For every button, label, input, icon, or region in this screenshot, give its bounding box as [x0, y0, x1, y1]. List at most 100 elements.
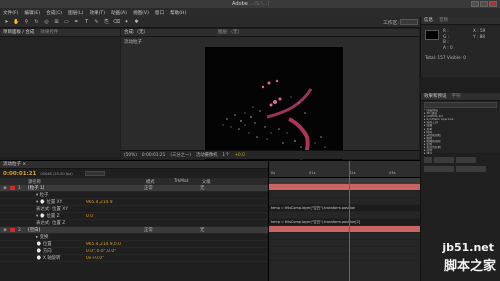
property-value[interactable]: 965.4,214.9,0.0: [86, 242, 144, 247]
camera-tool-icon[interactable]: ◎: [43, 19, 50, 26]
pan-behind-tool-icon[interactable]: ⊞: [53, 19, 60, 26]
property-track[interactable]: [269, 254, 420, 261]
layer-mode-select[interactable]: 正常: [144, 185, 200, 191]
puppet-tool-icon[interactable]: ✱: [133, 19, 140, 26]
zoom-select[interactable]: (50%): [124, 153, 137, 158]
rotate-tool-icon[interactable]: ↻: [33, 19, 40, 26]
active-camera-select[interactable]: 活动摄像机: [196, 152, 217, 158]
property-row[interactable]: 表达式: 位置 Z: [0, 220, 268, 227]
font-size-field[interactable]: [424, 157, 432, 163]
close-button[interactable]: [489, 1, 497, 7]
property-name[interactable]: ⌚ 位置: [26, 241, 86, 247]
rectangle-tool-icon[interactable]: ▭: [63, 19, 70, 26]
breadcrumb[interactable]: 流动粒子: [124, 39, 142, 45]
property-value[interactable]: 0x+0.0°: [86, 256, 144, 261]
menu-help[interactable]: 帮助(H): [170, 10, 186, 16]
viewer-timecode[interactable]: 0:00:01:21: [142, 153, 165, 158]
tab-composition[interactable]: 合成:（无）: [124, 29, 148, 37]
property-track[interactable]: [269, 240, 420, 247]
minimize-button[interactable]: [471, 1, 479, 7]
property-track[interactable]: [269, 198, 420, 205]
menu-window[interactable]: 窗口: [155, 10, 164, 16]
property-track[interactable]: temp = thisComp.layer("空白").transform.po…: [269, 219, 420, 226]
layer-row[interactable]: ◉ 2 [空白] 正常无: [0, 227, 268, 234]
layer-mode-select[interactable]: 正常: [144, 227, 200, 233]
trkmat-header[interactable]: TrkMat: [174, 179, 202, 184]
property-track[interactable]: [269, 212, 420, 219]
eye-icon[interactable]: ◉: [0, 186, 10, 191]
leading-field[interactable]: [434, 157, 454, 163]
workspace-select[interactable]: [400, 19, 418, 25]
resolution-select[interactable]: (三分之一): [170, 152, 191, 158]
property-row[interactable]: ▾ 粒子: [0, 192, 268, 199]
property-name[interactable]: ▸ 变换: [26, 234, 86, 240]
roto-tool-icon[interactable]: ✦: [123, 19, 130, 26]
property-row[interactable]: ▾ ⌚ 位置 Z 0.0: [0, 213, 268, 220]
maximize-button[interactable]: [480, 1, 488, 7]
tab-character[interactable]: 字符: [452, 93, 461, 101]
parent-header[interactable]: 父级: [202, 179, 211, 185]
layer-duration-bar[interactable]: [269, 184, 420, 191]
layer-parent-select[interactable]: 无: [200, 185, 204, 191]
layer-parent-select[interactable]: 无: [200, 227, 204, 233]
property-row[interactable]: ⌚ 位置 965.4,214.9,0.0: [0, 241, 268, 248]
eraser-tool-icon[interactable]: ⌫: [113, 19, 120, 26]
property-name[interactable]: ▾ 粒子: [26, 192, 86, 198]
property-name[interactable]: 表达式: 位置 Z: [26, 220, 86, 226]
tab-layer[interactable]: 图层:（无）: [218, 29, 242, 37]
property-name[interactable]: ⌚ 方向: [26, 248, 86, 254]
property-value[interactable]: 0.0°,0.0°,0.0°: [86, 249, 144, 254]
text-tool-icon[interactable]: T: [83, 19, 90, 26]
menu-effect[interactable]: 效果(T): [89, 10, 105, 16]
timeline-timecode[interactable]: 0:00:01:21: [3, 171, 36, 177]
menu-view[interactable]: 视图(V): [133, 10, 149, 16]
hand-tool-icon[interactable]: ✋: [13, 19, 20, 26]
exposure-value[interactable]: +0.0: [234, 153, 244, 158]
tab-timeline-comp[interactable]: 流动粒子 ×: [3, 161, 26, 169]
tab-effects-presets[interactable]: 效果和预设: [424, 93, 447, 101]
timeline-search-input[interactable]: [84, 171, 105, 176]
property-name[interactable]: ⌚ X 轴旋转: [26, 255, 86, 261]
current-time-indicator[interactable]: [349, 161, 350, 281]
menu-file[interactable]: 文件(F): [3, 10, 18, 16]
zoom-tool-icon[interactable]: ⚲: [23, 19, 30, 26]
property-name[interactable]: ▾ ⌚ 位置 Z: [26, 213, 86, 219]
layer-name[interactable]: [空白]: [26, 227, 144, 233]
time-ruler[interactable]: 0s 01s 02s 03s: [269, 161, 420, 178]
menu-edit[interactable]: 编辑(E): [24, 10, 40, 16]
stroke-width-field[interactable]: [424, 166, 454, 172]
clone-tool-icon[interactable]: ⎘: [103, 19, 110, 26]
property-name[interactable]: ▾ ⌚ 位置 XY: [26, 199, 86, 205]
property-track[interactable]: [269, 233, 420, 240]
pen-tool-icon[interactable]: ✒: [73, 19, 80, 26]
tracking-field[interactable]: [456, 157, 476, 163]
mode-header[interactable]: 模式: [146, 179, 174, 185]
menu-composition[interactable]: 合成(C): [46, 10, 62, 16]
layer-duration-bar[interactable]: [269, 226, 420, 233]
tab-audio[interactable]: 音频: [439, 17, 448, 25]
property-track[interactable]: temp = thisComp.layer("空白").transform.po…: [269, 205, 420, 212]
property-track[interactable]: [269, 191, 420, 198]
menu-animation[interactable]: 动画(A): [111, 10, 127, 16]
tab-effect-controls[interactable]: 效果控件: [40, 29, 58, 37]
layer-name[interactable]: [粒子 1]: [26, 185, 144, 191]
selection-tool-icon[interactable]: ➤: [3, 19, 10, 26]
view-layout-select[interactable]: 1个: [222, 152, 229, 158]
layer-row[interactable]: ◉ 1 [粒子 1] 正常无: [0, 185, 268, 192]
property-track[interactable]: [269, 247, 420, 254]
effects-search-input[interactable]: [424, 102, 497, 108]
eye-icon[interactable]: ◉: [0, 228, 10, 233]
property-row[interactable]: ▾ ⌚ 位置 XY 965.4,214.9: [0, 199, 268, 206]
stroke-style-select[interactable]: [456, 166, 486, 172]
source-name-header[interactable]: 源名称: [28, 179, 146, 185]
property-row[interactable]: ⌚ 方向 0.0°,0.0°,0.0°: [0, 248, 268, 255]
tab-project[interactable]: 项目面板 / 合成: [3, 29, 34, 37]
tab-info[interactable]: 信息: [424, 17, 433, 25]
property-row[interactable]: ▸ 变换: [0, 234, 268, 241]
property-value[interactable]: 965.4,214.9: [86, 200, 144, 205]
menu-layer[interactable]: 图层(L): [68, 10, 83, 16]
property-row[interactable]: 表达式: 位置 XY: [0, 206, 268, 213]
property-name[interactable]: 表达式: 位置 XY: [26, 206, 86, 212]
property-row[interactable]: ⌚ X 轴旋转 0x+0.0°: [0, 255, 268, 262]
property-value[interactable]: 0.0: [86, 214, 144, 219]
